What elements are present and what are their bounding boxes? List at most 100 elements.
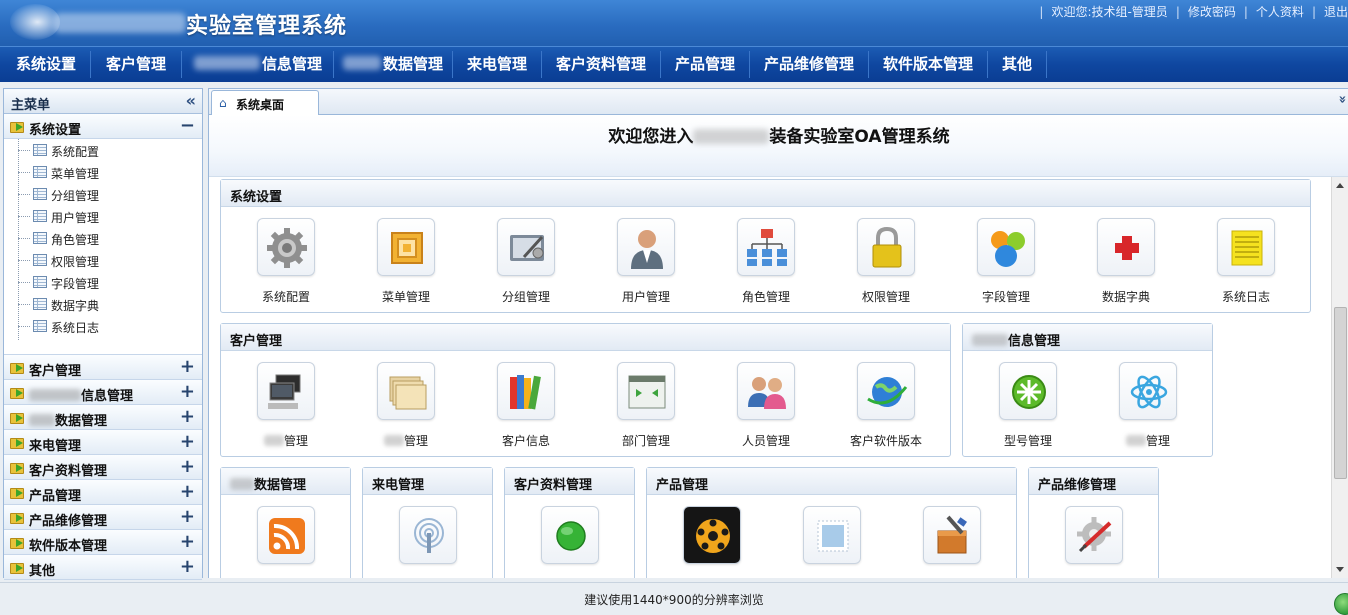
welcome-user-link[interactable]: 欢迎您:技术组-管理员 xyxy=(1051,3,1167,20)
tab-desktop[interactable]: ⌂ 系统桌面 xyxy=(211,90,319,115)
redacted-text xyxy=(383,435,404,446)
tile-product-2[interactable] xyxy=(782,506,882,578)
redacted-text xyxy=(230,478,254,490)
nav-item-calls[interactable]: 来电管理 xyxy=(454,47,540,82)
expand-plus-icon[interactable]: + xyxy=(180,456,195,477)
tile-fields[interactable]: 字段管理 xyxy=(956,218,1056,314)
content-scrollbar[interactable] xyxy=(1331,177,1348,578)
logo-emblem xyxy=(10,4,60,40)
sidebar-item-system-config[interactable]: 系统配置 xyxy=(18,140,198,162)
nav-item-product[interactable]: 产品管理 xyxy=(662,47,748,82)
sidebar-group-software-version[interactable]: 软件版本管理 + xyxy=(4,530,202,555)
tile-roles[interactable]: 角色管理 xyxy=(716,218,816,314)
scroll-up-icon[interactable] xyxy=(1336,183,1344,188)
sidebar-group-data[interactable]: 数据管理 + xyxy=(4,405,202,430)
nav-item-data[interactable]: 数据管理 xyxy=(335,47,451,82)
sidebar-group-system-settings[interactable]: 系统设置 − xyxy=(4,114,202,139)
expand-plus-icon[interactable]: + xyxy=(180,481,195,502)
sidebar-group-other[interactable]: 其他 + xyxy=(4,555,202,580)
panel-system-settings: 系统设置 系统配置 菜单管理 分组管理 用户管理 角色管理 权限管理 字段管理 … xyxy=(220,179,1311,313)
tile-customer-2[interactable]: 管理 xyxy=(356,362,456,458)
sidebar-item-syslog[interactable]: 系统日志 xyxy=(18,316,198,338)
tile-product-1[interactable] xyxy=(662,506,762,578)
main-nav: 系统设置 客户管理 信息管理 数据管理 来电管理 客户资料管理 产品管理 产品维… xyxy=(0,46,1348,82)
change-password-link[interactable]: 修改密码 xyxy=(1188,3,1236,20)
panel-info: 信息管理 型号管理 管理 xyxy=(962,323,1213,457)
expand-plus-icon[interactable]: + xyxy=(180,556,195,577)
tile-dictionary[interactable]: 数据字典 xyxy=(1076,218,1176,314)
tile-department[interactable]: 部门管理 xyxy=(596,362,696,458)
nav-item-software-version[interactable]: 软件版本管理 xyxy=(870,47,986,82)
panel-title: 客户管理 xyxy=(230,334,283,349)
nav-item-info[interactable]: 信息管理 xyxy=(183,47,333,82)
sidebar-group-repair[interactable]: 产品维修管理 + xyxy=(4,505,202,530)
redacted-org-name xyxy=(54,13,186,33)
tile-people[interactable]: 人员管理 xyxy=(716,362,816,458)
menu-frame-icon xyxy=(377,218,435,276)
expand-plus-icon[interactable]: + xyxy=(180,431,195,452)
panel-customer-data: 客户资料管理 xyxy=(504,467,635,578)
main-content: 欢迎您进入 装备实验室OA管理系统 系统设置 系统配置 菜单管理 分组管理 用户… xyxy=(208,115,1348,578)
sidebar-group-product[interactable]: 产品管理 + xyxy=(4,480,202,505)
redacted-text xyxy=(972,334,1008,346)
green-burst-icon xyxy=(999,362,1057,420)
tile-permissions[interactable]: 权限管理 xyxy=(836,218,936,314)
folder-arrow-icon xyxy=(10,436,26,449)
tile-customer-info[interactable]: 客户信息 xyxy=(476,362,576,458)
sidebar-item-group[interactable]: 分组管理 xyxy=(18,184,198,206)
tile-users[interactable]: 用户管理 xyxy=(596,218,696,314)
scroll-down-icon[interactable] xyxy=(1336,567,1344,572)
expand-plus-icon[interactable]: + xyxy=(180,381,195,402)
expand-plus-icon[interactable]: + xyxy=(180,406,195,427)
tile-customer-1[interactable]: 管理 xyxy=(236,362,336,458)
tile-group[interactable]: 分组管理 xyxy=(476,218,576,314)
tile-system-config[interactable]: 系统配置 xyxy=(236,218,336,314)
tile-calls[interactable] xyxy=(378,506,478,578)
expand-plus-icon[interactable]: + xyxy=(180,531,195,552)
sidebar-group-info[interactable]: 信息管理 + xyxy=(4,380,202,405)
sidebar-item-users[interactable]: 用户管理 xyxy=(18,206,198,228)
redacted-text xyxy=(263,435,284,446)
top-links: | 欢迎您:技术组-管理员 | 修改密码 | 个人资料 | 退出 xyxy=(1039,3,1348,20)
folders-icon xyxy=(377,362,435,420)
sidebar-item-fields[interactable]: 字段管理 xyxy=(18,272,198,294)
tab-more-icon[interactable]: » xyxy=(1334,95,1348,103)
status-globe-icon xyxy=(1334,593,1348,615)
nav-item-system-settings[interactable]: 系统设置 xyxy=(3,47,89,82)
nav-item-other[interactable]: 其他 xyxy=(989,47,1045,82)
expand-plus-icon[interactable]: + xyxy=(180,506,195,527)
tile-repair[interactable] xyxy=(1044,506,1144,578)
panel-title: 来电管理 xyxy=(372,478,425,493)
tile-syslog[interactable]: 系统日志 xyxy=(1196,218,1296,314)
scroll-thumb[interactable] xyxy=(1334,307,1347,479)
collapse-minus-icon[interactable]: − xyxy=(180,115,195,136)
sidebar-item-menu[interactable]: 菜单管理 xyxy=(18,162,198,184)
sidebar-item-dictionary[interactable]: 数据字典 xyxy=(18,294,198,316)
tile-product-3[interactable] xyxy=(902,506,1002,578)
nav-item-customer-data[interactable]: 客户资料管理 xyxy=(543,47,659,82)
nav-item-customer[interactable]: 客户管理 xyxy=(92,47,180,82)
nav-item-repair[interactable]: 产品维修管理 xyxy=(751,47,867,82)
sidebar-group-customer[interactable]: 客户管理 + xyxy=(4,355,202,380)
tile-software-version[interactable]: 客户软件版本 xyxy=(836,362,936,458)
table-icon xyxy=(33,166,47,178)
tile-menu[interactable]: 菜单管理 xyxy=(356,218,456,314)
sidebar-item-roles[interactable]: 角色管理 xyxy=(18,228,198,250)
panel-title: 产品管理 xyxy=(656,478,709,493)
tile-customer-data[interactable] xyxy=(520,506,620,578)
sidebar-item-permissions[interactable]: 权限管理 xyxy=(18,250,198,272)
expand-plus-icon[interactable]: + xyxy=(180,356,195,377)
logout-link[interactable]: 退出 xyxy=(1324,3,1348,20)
sidebar-group-calls[interactable]: 来电管理 + xyxy=(4,430,202,455)
sidebar-group-customer-data[interactable]: 客户资料管理 + xyxy=(4,455,202,480)
window-arrows-icon xyxy=(617,362,675,420)
tile-info-2[interactable]: 管理 xyxy=(1098,362,1198,458)
tile-model[interactable]: 型号管理 xyxy=(978,362,1078,458)
folder-arrow-icon xyxy=(10,361,26,374)
profile-link[interactable]: 个人资料 xyxy=(1256,3,1304,20)
table-icon xyxy=(33,232,47,244)
redacted-text xyxy=(1125,435,1146,446)
tile-data[interactable] xyxy=(236,506,336,578)
notepad-icon xyxy=(1217,218,1275,276)
sidebar-collapse-icon[interactable]: « xyxy=(186,91,196,110)
